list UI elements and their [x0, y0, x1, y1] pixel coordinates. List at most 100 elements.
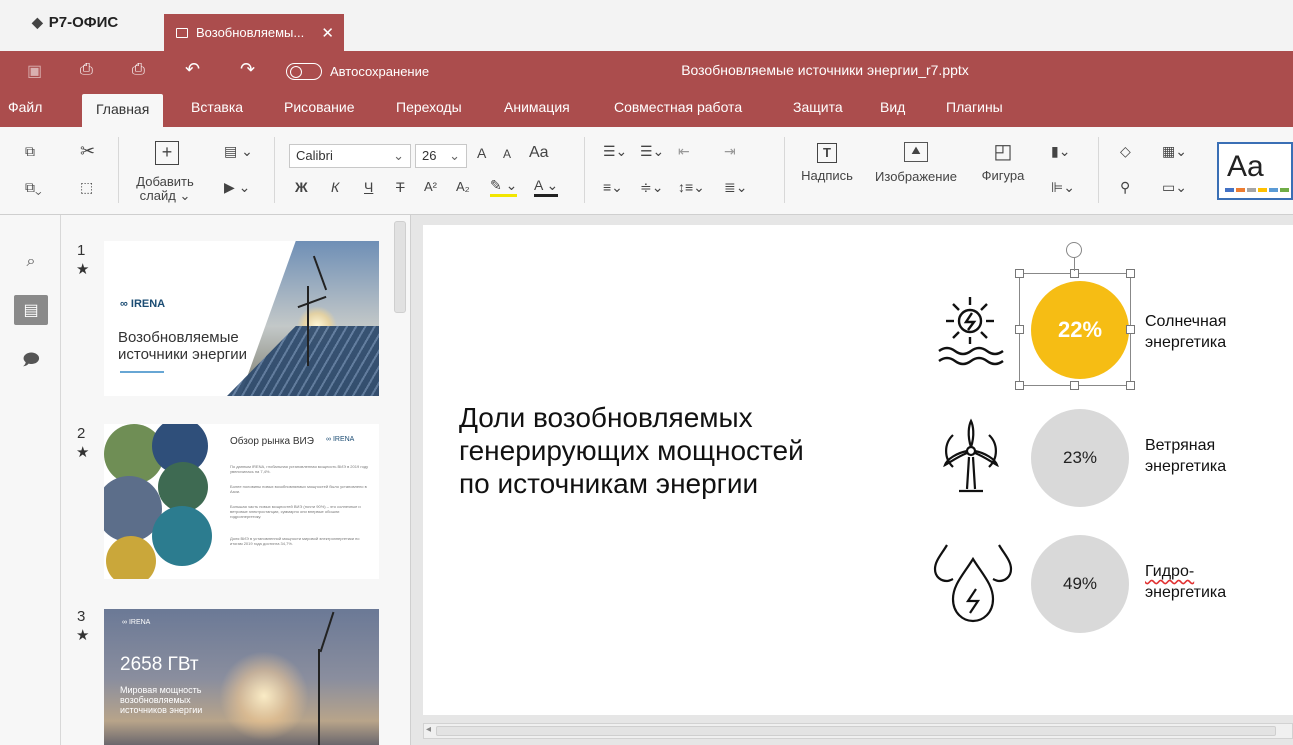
theme-preview[interactable]: Aa [1217, 142, 1293, 200]
superscript-button[interactable]: A² [424, 179, 437, 194]
textbox-button[interactable]: T Надпись [794, 143, 860, 183]
close-tab-icon[interactable]: ✕ [321, 24, 334, 42]
thumbnails-scrollbar[interactable] [394, 221, 406, 313]
font-size-select[interactable]: 26 ⌄ [415, 144, 467, 168]
tab-draw[interactable]: Рисование [284, 99, 355, 115]
add-slide-label-2: слайд ⌄ [139, 188, 191, 203]
search-icon[interactable]: ⌕ [14, 247, 48, 277]
slide-number: 3 [77, 608, 86, 625]
hydro-label: Гидро-энергетика [1145, 563, 1227, 601]
save-icon[interactable]: ▣ [27, 61, 42, 81]
bullets-icon[interactable]: ☰⌄ [603, 143, 627, 160]
wind-label: Ветряная энергетика [1145, 437, 1227, 475]
columns-icon[interactable]: ≣⌄ [724, 179, 747, 196]
app-brand: Р7-ОФИС [48, 14, 119, 31]
resize-handle[interactable] [1015, 325, 1024, 334]
tab-view[interactable]: Вид [880, 99, 905, 115]
thumb-bullet: Доля ВИЭ в установленной мощности мирово… [230, 536, 360, 546]
scrollbar-thumb[interactable] [436, 726, 1276, 736]
tab-insert[interactable]: Вставка [191, 99, 243, 115]
grow-font-button[interactable]: A [477, 145, 486, 161]
slide-thumbnail-2[interactable]: Обзор рынка ВИЭ ∞ IRENA По данным IRENA,… [104, 424, 379, 579]
separator [784, 137, 785, 203]
add-slide-button[interactable]: Добавить слайд ⌄ [130, 175, 200, 203]
layout-icon[interactable]: ▤ ⌄ [224, 143, 253, 160]
resize-handle[interactable] [1126, 325, 1135, 334]
slide-heading[interactable]: Доли возобновляемых генерирующих мощност… [459, 401, 804, 500]
add-slide-label-1: Добавить [136, 174, 194, 189]
underline-button[interactable]: Ч [364, 179, 373, 195]
slides-panel-icon[interactable]: ▤ [14, 295, 48, 325]
wind-share-bubble[interactable]: 23% [1031, 409, 1129, 507]
separator [274, 137, 275, 203]
textbox-icon: T [817, 143, 837, 163]
tab-transitions[interactable]: Переходы [396, 99, 462, 115]
select-icon[interactable]: ⬚ [80, 179, 93, 196]
print-icon[interactable]: ⎙ [80, 61, 93, 79]
align-objects-icon[interactable]: ⊫⌄ [1051, 179, 1075, 196]
font-name-select[interactable]: Calibri ⌄ [289, 144, 411, 168]
solar-icon [938, 297, 1004, 366]
italic-button[interactable]: К [331, 179, 339, 195]
redo-icon[interactable]: ↷ [240, 59, 255, 80]
line-spacing-icon[interactable]: ↕≡⌄ [678, 179, 705, 196]
resize-handle[interactable] [1015, 381, 1024, 390]
transition-star-icon: ★ [76, 261, 90, 278]
autosave-toggle[interactable] [286, 63, 322, 80]
resize-handle[interactable] [1126, 269, 1135, 278]
tab-animation[interactable]: Анимация [504, 99, 570, 115]
slide-size-icon[interactable]: ▭⌄ [1162, 179, 1187, 196]
wind-turbine-icon [943, 418, 999, 493]
add-slide-icon[interactable]: + [155, 141, 179, 165]
tab-file[interactable]: Файл [8, 99, 42, 115]
scroll-left-icon[interactable]: ◂ [426, 724, 431, 735]
current-slide[interactable]: Доли возобновляемых генерирующих мощност… [423, 225, 1293, 715]
change-case-button[interactable]: Aa [529, 144, 549, 162]
increase-indent-icon[interactable]: ⇥ [724, 143, 736, 160]
comments-icon[interactable]: 🗩 [14, 347, 48, 377]
font-color-icon[interactable]: A ⌄ [534, 177, 559, 197]
resize-handle[interactable] [1070, 381, 1079, 390]
decrease-indent-icon[interactable]: ⇤ [678, 143, 690, 160]
arrange-icon[interactable]: ▮⌄ [1051, 143, 1070, 160]
slideshow-icon[interactable]: ▶ ⌄ [224, 179, 250, 196]
autosave-label: Автосохранение [330, 64, 430, 79]
copy-style-icon[interactable]: ⚲ [1120, 179, 1130, 196]
autosave-control[interactable]: Автосохранение [286, 63, 429, 80]
slide-editor: Доли возобновляемых генерирующих мощност… [411, 215, 1293, 745]
image-button[interactable]: ⛰ Изображение [866, 141, 966, 184]
strikethrough-button[interactable]: Т [396, 179, 405, 195]
highlight-color-icon[interactable]: ✎ ⌄ [490, 177, 518, 197]
shape-button[interactable]: ◰ Фигура [970, 141, 1036, 183]
document-tab[interactable]: Возобновляемы... ✕ [164, 14, 344, 51]
valign-icon[interactable]: ≑⌄ [640, 179, 663, 196]
hydro-share-bubble[interactable]: 49% [1031, 535, 1129, 633]
horizontal-scrollbar[interactable]: ◂ [423, 723, 1293, 739]
copy-icon[interactable]: ⧉ [25, 143, 35, 160]
slide-thumbnails-panel: 1 ★ ∞ IRENA Возобновляемые источники энер… [61, 215, 411, 745]
bold-button[interactable]: Ж [295, 179, 308, 195]
cut-icon[interactable]: ✂ [80, 141, 95, 162]
shape-label: Фигура [981, 168, 1025, 183]
tab-home[interactable]: Главная [82, 94, 164, 127]
color-scheme-icon[interactable]: ▦⌄ [1162, 143, 1187, 160]
shape-icon: ◰ [993, 141, 1013, 163]
resize-handle[interactable] [1015, 269, 1024, 278]
tab-protection[interactable]: Защита [793, 99, 843, 115]
rotate-handle-icon[interactable] [1066, 242, 1082, 258]
app-window: ◆ Р7-ОФИС Возобновляемы... ✕ ▣ ⎙ ⎙ ↶ ↷ А… [0, 0, 1293, 745]
numbering-icon[interactable]: ☰⌄ [640, 143, 664, 160]
resize-handle[interactable] [1126, 381, 1135, 390]
shrink-font-button[interactable]: A [503, 147, 511, 161]
separator [584, 137, 585, 203]
slide-thumbnail-3[interactable]: ∞ IRENA 2658 ГВт Мировая мощность возобн… [104, 609, 379, 745]
paste-icon[interactable]: ⧉⌄ [25, 179, 42, 196]
undo-icon[interactable]: ↶ [185, 59, 200, 80]
tab-collaboration[interactable]: Совместная работа [614, 99, 742, 115]
align-icon[interactable]: ≡⌄ [603, 179, 623, 196]
subscript-button[interactable]: A₂ [456, 179, 470, 194]
clear-style-icon[interactable]: ◇ [1120, 143, 1131, 160]
slide-thumbnail-1[interactable]: ∞ IRENA Возобновляемые источники энергии [104, 241, 379, 396]
quick-print-icon[interactable]: ⎙ [132, 61, 145, 79]
tab-plugins[interactable]: Плагины [946, 99, 1003, 115]
